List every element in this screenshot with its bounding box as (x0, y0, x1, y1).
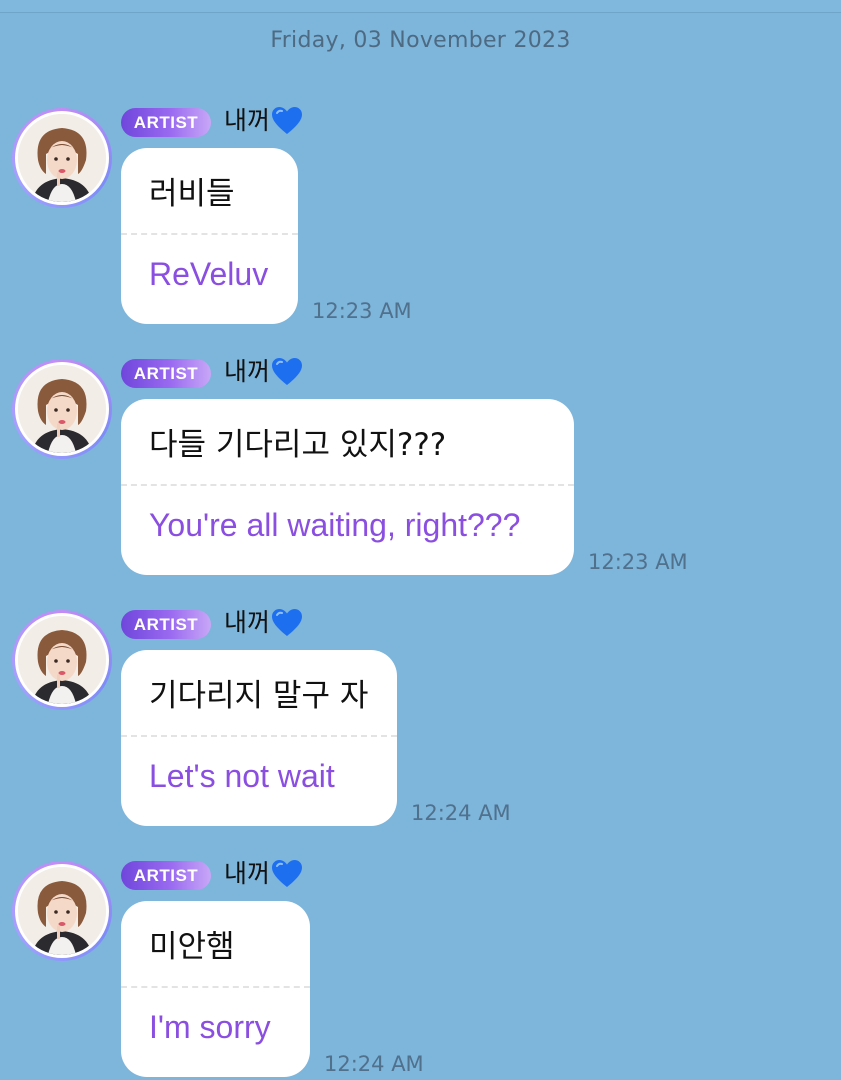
message-bubble[interactable]: 다들 기다리고 있지??? You're all waiting, right?… (121, 399, 574, 575)
translation-divider (121, 233, 298, 235)
top-bar-edge (0, 0, 841, 13)
sender-name[interactable]: 내꺼 (224, 857, 303, 891)
avatar-photo (15, 864, 109, 958)
sender-name-text: 내꺼 (224, 106, 271, 135)
avatar-photo (15, 613, 109, 707)
message-bubble[interactable]: 러비들 ReVeluv (121, 148, 298, 324)
sender-name[interactable]: 내꺼 (224, 606, 303, 640)
blue-heart-icon (272, 358, 303, 385)
message-item[interactable]: ARTIST 내꺼 러비들 ReVeluv 12:23 AM (0, 106, 841, 328)
message-text-korean: 다들 기다리고 있지??? (149, 427, 447, 463)
message-item[interactable]: ARTIST 내꺼 다들 기다리고 있지??? You're all waiti… (0, 357, 841, 579)
message-timestamp: 12:23 AM (312, 299, 412, 323)
sender-name-text: 내꺼 (224, 357, 271, 386)
artist-badge: ARTIST (121, 610, 211, 639)
message-text-korean: 미안햄 (149, 929, 235, 965)
message-item[interactable]: ARTIST 내꺼 미안햄 I'm sorry 12:24 AM (0, 859, 841, 1080)
message-timestamp: 12:24 AM (324, 1052, 424, 1076)
message-bubble[interactable]: 기다리지 말구 자 Let's not wait (121, 650, 397, 826)
artist-badge: ARTIST (121, 108, 211, 137)
avatar[interactable] (12, 359, 112, 459)
artist-badge: ARTIST (121, 861, 211, 890)
message-translation: You're all waiting, right??? (149, 507, 521, 543)
message-translation: I'm sorry (149, 1009, 271, 1045)
message-translation: ReVeluv (149, 256, 269, 292)
message-timestamp: 12:24 AM (411, 801, 511, 825)
avatar-photo (15, 111, 109, 205)
sender-name[interactable]: 내꺼 (224, 355, 303, 389)
message-timestamp: 12:23 AM (588, 550, 688, 574)
sender-name-text: 내꺼 (224, 608, 271, 637)
sender-name[interactable]: 내꺼 (224, 104, 303, 138)
message-translation: Let's not wait (149, 758, 335, 794)
avatar[interactable] (12, 610, 112, 710)
translation-divider (121, 735, 397, 737)
blue-heart-icon (272, 609, 303, 636)
message-text-korean: 러비들 (149, 176, 235, 212)
date-header: Friday, 03 November 2023 (270, 28, 571, 53)
blue-heart-icon (272, 860, 303, 887)
avatar[interactable] (12, 108, 112, 208)
sender-name-text: 내꺼 (224, 859, 271, 888)
blue-heart-icon (272, 107, 303, 134)
translation-divider (121, 986, 310, 988)
message-item[interactable]: ARTIST 내꺼 기다리지 말구 자 Let's not wait 12:24… (0, 608, 841, 830)
avatar[interactable] (12, 861, 112, 961)
message-text-korean: 기다리지 말구 자 (149, 678, 369, 714)
avatar-photo (15, 362, 109, 456)
translation-divider (121, 484, 574, 486)
artist-badge: ARTIST (121, 359, 211, 388)
message-bubble[interactable]: 미안햄 I'm sorry (121, 901, 310, 1077)
